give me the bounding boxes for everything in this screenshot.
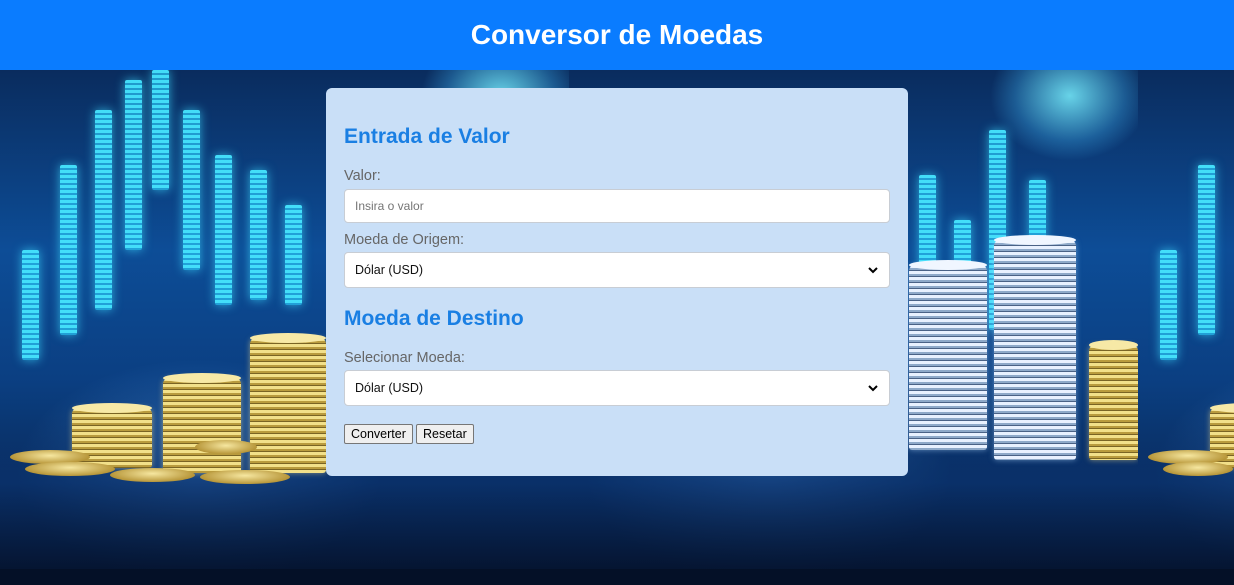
- value-label: Valor:: [344, 168, 381, 184]
- background-tile: [1138, 70, 1234, 585]
- origin-currency-select[interactable]: Dólar (USD): [344, 252, 890, 288]
- target-currency-value: Dólar (USD): [355, 381, 424, 395]
- app-header: Conversor de Moedas: [0, 0, 1234, 70]
- section-title-target: Moeda de Destino: [344, 307, 524, 330]
- section-title-input: Entrada de Valor: [344, 125, 510, 148]
- origin-currency-label: Moeda de Origem:: [344, 232, 465, 248]
- convert-button[interactable]: Converter: [344, 424, 413, 444]
- target-currency-select[interactable]: Dólar (USD): [344, 370, 890, 406]
- page-title: Conversor de Moedas: [470, 19, 764, 50]
- value-input-placeholder: Insira o valor: [355, 199, 424, 213]
- reset-button[interactable]: Resetar: [416, 424, 474, 444]
- value-input[interactable]: Insira o valor: [344, 189, 890, 223]
- target-currency-label: Selecionar Moeda:: [344, 350, 465, 366]
- chevron-down-icon: [867, 382, 879, 394]
- converter-form: Entrada de Valor Valor: Insira o valor M…: [326, 88, 908, 476]
- chevron-down-icon: [867, 264, 879, 276]
- bottom-strip: [0, 569, 1234, 585]
- origin-currency-value: Dólar (USD): [355, 263, 424, 277]
